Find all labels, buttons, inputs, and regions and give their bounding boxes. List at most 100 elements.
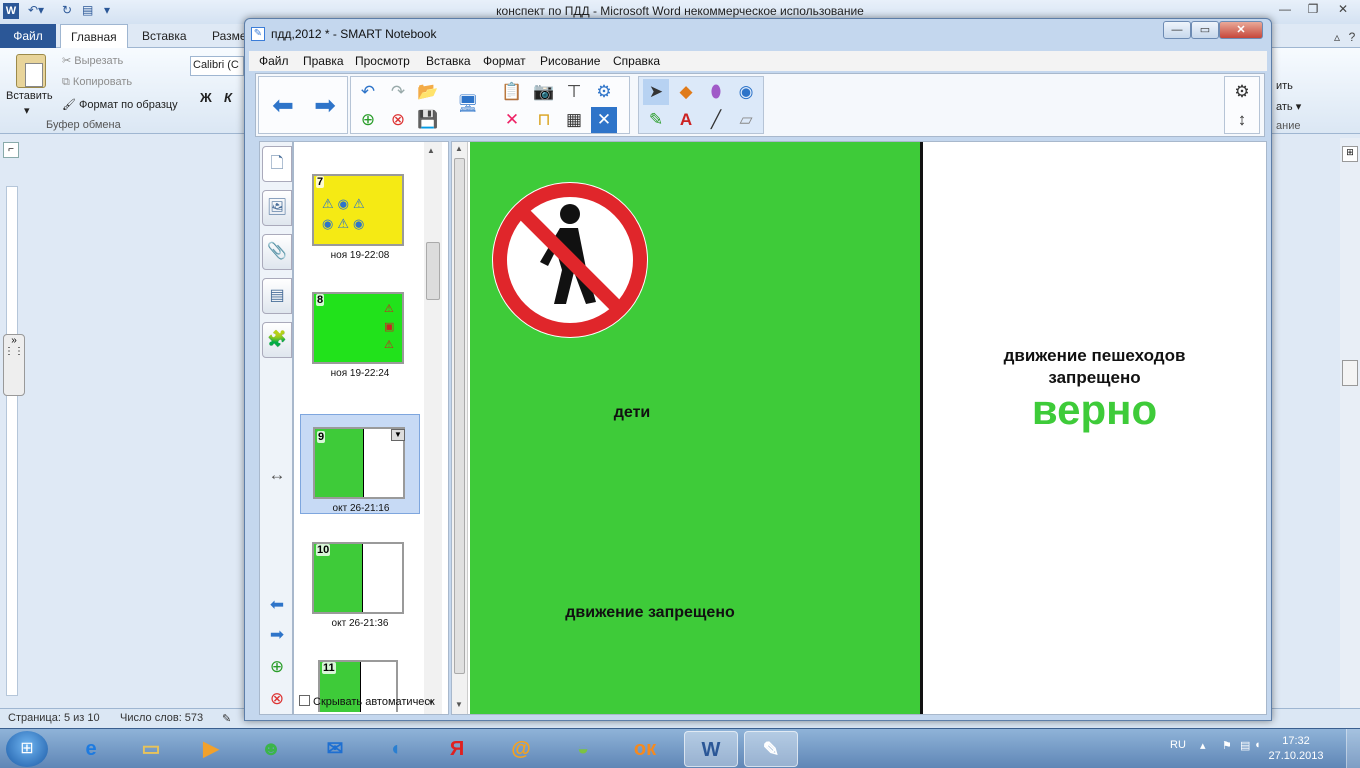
spellcheck-icon[interactable]: ✎ — [222, 712, 231, 725]
ie-icon[interactable]: e — [64, 731, 118, 767]
status-words[interactable]: Число слов: 573 — [120, 712, 203, 724]
word-minimize-icon[interactable]: — — [1272, 0, 1298, 20]
paste-icon[interactable]: 📋 — [499, 79, 525, 105]
menu-format[interactable]: Формат — [483, 54, 526, 68]
word-restore-icon[interactable]: ❐ — [1300, 0, 1326, 20]
network-icon[interactable]: ▤ — [1240, 739, 1250, 752]
delete-page-icon[interactable]: ⊗ — [385, 107, 411, 133]
gear-icon[interactable]: ⚙ — [1229, 79, 1255, 105]
tab-insert[interactable]: Вставка — [132, 24, 197, 48]
page-thumb-7[interactable]: ⚠◉⚠ ◉⚠◉ 7 ноя 19-22:08 — [300, 174, 420, 266]
pens-icon[interactable]: ✎ — [643, 107, 669, 133]
mail-ru-icon[interactable]: @ — [494, 731, 548, 767]
status-page[interactable]: Страница: 5 из 10 — [8, 712, 100, 724]
scroll-up-icon[interactable]: ▲ — [455, 144, 463, 153]
copy-button[interactable]: ⧉ Копировать — [62, 76, 132, 89]
add-page-icon[interactable]: ⊕ — [355, 107, 381, 133]
eraser-shape-icon[interactable]: ⬮ — [703, 79, 729, 105]
next-page-icon[interactable]: ➡ — [305, 85, 345, 125]
sorter-delete-icon[interactable]: ⊗ — [264, 686, 290, 712]
cut-button[interactable]: ✂ Вырезать — [62, 54, 123, 67]
tab-file[interactable]: Файл — [0, 24, 56, 48]
page-scrollbar[interactable]: ▲ ▼ — [452, 142, 468, 714]
prev-page-icon[interactable]: ⬅ — [263, 85, 303, 125]
menu-view[interactable]: Просмотр — [355, 54, 410, 68]
sorter-prev-icon[interactable]: ⬅ — [264, 592, 290, 618]
checkbox-box[interactable] — [299, 695, 310, 706]
yandex-icon[interactable]: Я — [430, 731, 484, 767]
clock[interactable]: 17:32 27.10.2013 — [1266, 734, 1326, 764]
italic-button[interactable]: К — [224, 90, 232, 105]
messenger-icon[interactable]: ☻ — [244, 731, 298, 767]
paste-dropdown-icon[interactable]: ▾ — [24, 104, 30, 117]
menu-file[interactable]: Файл — [259, 54, 289, 68]
thumb-menu-icon[interactable]: ▼ — [391, 429, 405, 441]
attachments-icon[interactable]: 📎 — [262, 234, 292, 270]
move-toolbar-icon[interactable]: ↕ — [1229, 107, 1255, 133]
volume-icon[interactable]: ◖ — [368, 731, 422, 767]
paste-icon[interactable] — [16, 54, 46, 88]
properties-icon[interactable]: ▤ — [262, 278, 292, 314]
show-desktop-button[interactable] — [1346, 729, 1360, 768]
ruler-handle[interactable]: » ⋮⋮ — [3, 334, 25, 396]
page-sorter-icon[interactable]: 🗋 — [262, 146, 292, 182]
select-icon[interactable]: ➤ — [643, 79, 669, 105]
tray-arrow-icon[interactable]: ▴ — [1200, 739, 1206, 752]
resize-panel-icon[interactable]: ↔ — [264, 462, 290, 488]
auto-hide-checkbox[interactable]: Скрывать автоматическ — [299, 695, 435, 708]
answer-line-2[interactable]: запрещено — [923, 368, 1266, 388]
eraser-icon[interactable]: ▱ — [733, 107, 759, 133]
redo-icon[interactable]: ↷ — [385, 79, 411, 105]
shapes-icon[interactable]: ◆ — [673, 79, 699, 105]
line-icon[interactable]: ╱ — [703, 107, 729, 133]
close-box-icon[interactable]: ✕ — [591, 107, 617, 133]
fill-icon[interactable]: ◉ — [733, 79, 759, 105]
odnoklassniki-icon[interactable]: ок — [618, 731, 672, 767]
delete-icon[interactable]: ✕ — [499, 107, 525, 133]
screen-shade-icon[interactable]: ⊤ — [561, 79, 587, 105]
screen-shade-show-icon[interactable]: ⊓ — [531, 107, 557, 133]
addons-icon[interactable]: 🧩 — [262, 322, 292, 358]
menu-insert[interactable]: Вставка — [426, 54, 471, 68]
page-thumb-9[interactable]: ▼ 9 окт 26-21:16 — [300, 414, 420, 514]
sorter-add-icon[interactable]: ⊕ — [264, 654, 290, 680]
font-name-field[interactable]: Calibri (С — [190, 56, 244, 76]
document-camera-icon[interactable]: ⚙ — [591, 79, 617, 105]
smart-maximize-icon[interactable]: ▭ — [1191, 21, 1219, 39]
tab-home[interactable]: Главная — [60, 24, 128, 49]
tab-selector[interactable]: ⌐ — [3, 142, 19, 158]
menu-draw[interactable]: Рисование — [540, 54, 600, 68]
answer-line-1[interactable]: движение пешеходов — [923, 346, 1266, 366]
bold-button[interactable]: Ж — [200, 90, 212, 105]
display-icon[interactable]: 🖥 — [455, 91, 481, 117]
format-painter-button[interactable]: 🖌 Формат по образцу — [62, 98, 178, 111]
open-folder-icon[interactable]: 📂 — [415, 79, 441, 105]
start-button[interactable]: ⊞ — [6, 731, 48, 767]
language-indicator[interactable]: RU — [1170, 739, 1186, 751]
screen-capture-icon[interactable]: 📷 — [531, 79, 557, 105]
ruler-toggle-icon[interactable]: ⊞ — [1342, 146, 1358, 162]
word-taskbar-icon[interactable]: W — [684, 731, 738, 767]
scroll-down-icon[interactable]: ▼ — [455, 700, 463, 709]
sorter-scrollbar[interactable]: ▲ ▼ — [424, 142, 442, 714]
mail-icon[interactable]: ✉ — [308, 731, 362, 767]
chrome-icon[interactable]: ◒ — [556, 731, 610, 767]
word-vertical-scrollbar[interactable]: ⊞ — [1340, 138, 1360, 708]
word-children[interactable]: дети — [600, 404, 664, 422]
help-icon[interactable]: ? — [1346, 28, 1358, 48]
explorer-icon[interactable]: ▭ — [124, 731, 178, 767]
ribbon-right-item-2[interactable]: ать ▾ — [1276, 100, 1301, 113]
flag-icon[interactable]: ⚑ — [1222, 739, 1232, 752]
word-close-icon[interactable]: ✕ — [1328, 0, 1358, 20]
page-thumb-8[interactable]: ⚠ ▣ ⚠ 8 ноя 19-22:24 — [300, 292, 420, 384]
menu-edit[interactable]: Правка — [303, 54, 344, 68]
tray-volume-icon[interactable]: ◖ — [1254, 739, 1261, 751]
text-icon[interactable]: A — [673, 107, 699, 133]
media-icon[interactable]: ▶ — [184, 731, 238, 767]
sorter-scroll-thumb[interactable] — [426, 242, 440, 300]
undo-icon[interactable]: ↶ — [355, 79, 381, 105]
page-thumb-10[interactable]: 10 окт 26-21:36 — [300, 542, 420, 634]
paste-button[interactable]: Вставить — [6, 90, 53, 102]
no-pedestrians-sign-icon[interactable] — [490, 180, 650, 340]
smart-minimize-icon[interactable]: — — [1163, 21, 1191, 39]
